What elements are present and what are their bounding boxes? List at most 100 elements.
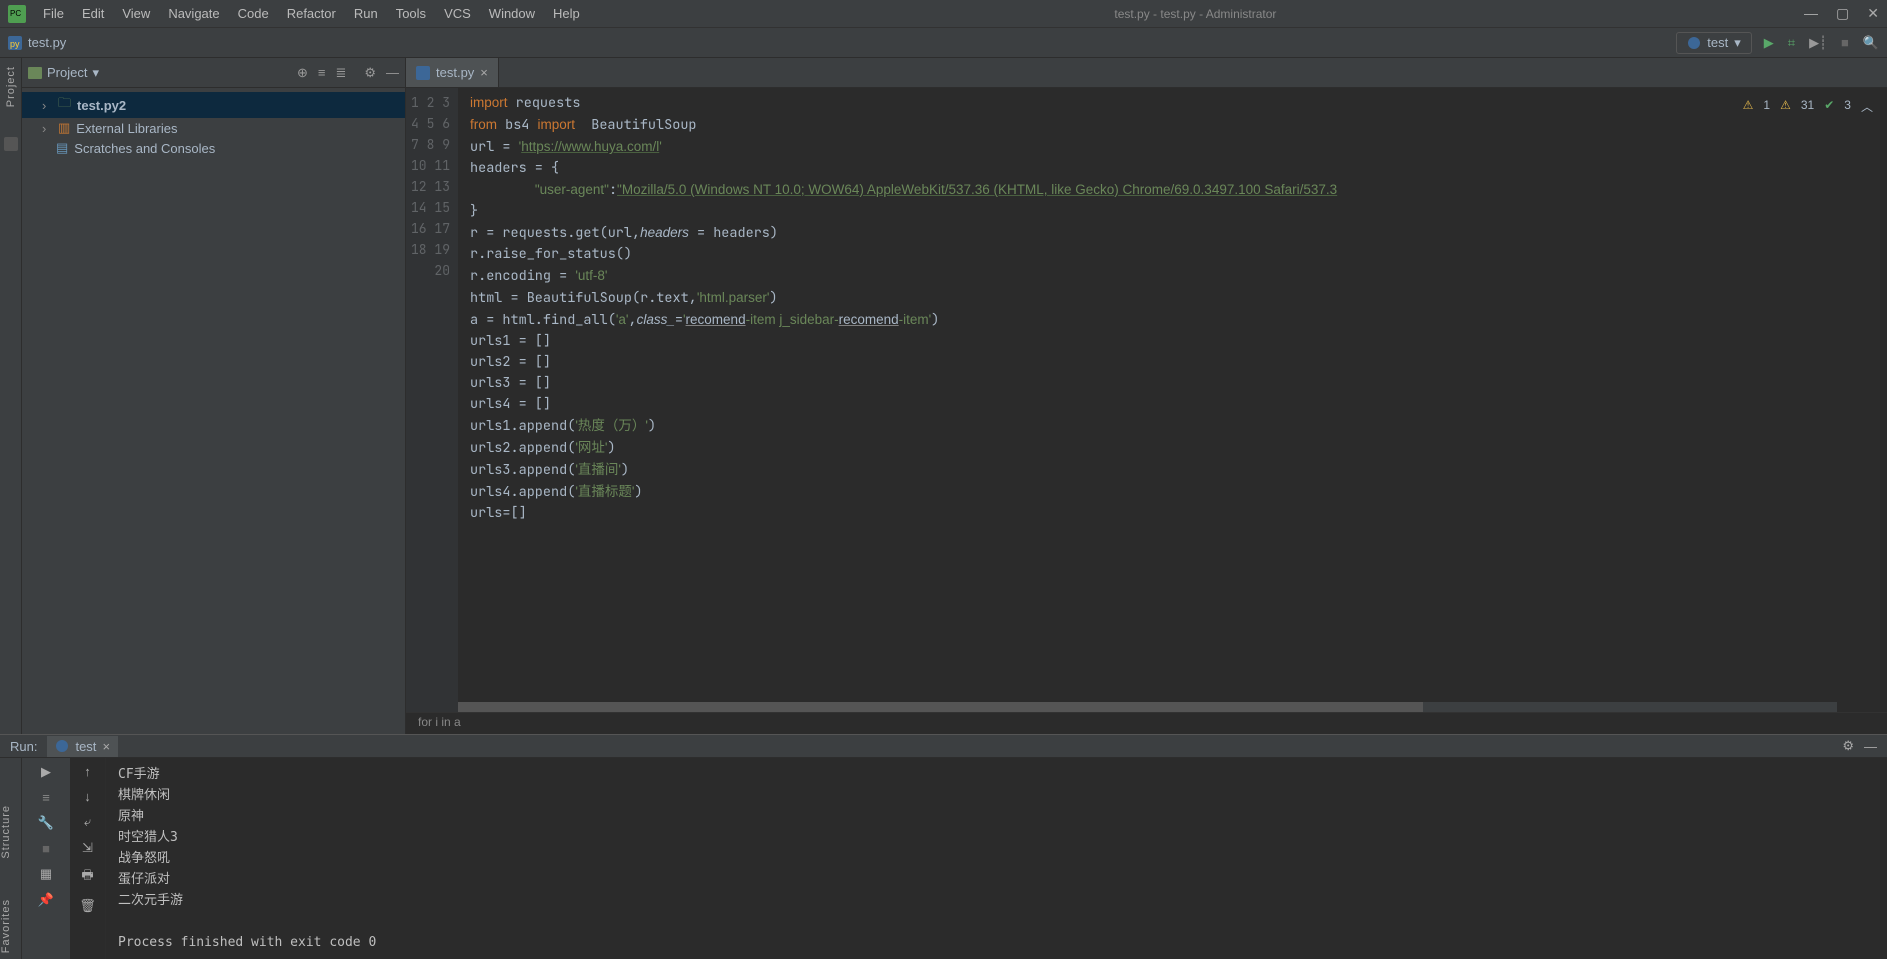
stop-icon[interactable]: ≡ (34, 790, 58, 805)
run-more-icon[interactable]: ▶┊ (1809, 35, 1827, 51)
python-icon (1687, 36, 1701, 50)
gear-icon[interactable]: ⚙ (364, 65, 376, 81)
python-icon (55, 739, 69, 753)
code-content[interactable]: import requests from bs4 import Beautifu… (458, 88, 1887, 734)
menu-run[interactable]: Run (347, 4, 385, 23)
window-controls: — ▢ ✕ (1804, 5, 1879, 22)
run-toolbar-left: ▶ ≡ 🔧 ■ ▦ 📌 (22, 758, 70, 959)
favorites-tool-button[interactable]: Favorites (0, 899, 21, 953)
svg-text:py: py (10, 39, 20, 49)
console-output[interactable]: CF手游 棋牌休闲 原神 时空猎人3 战争怒吼 蛋仔派对 二次元手游 Proce… (106, 758, 1887, 959)
run-config-name: test (1707, 35, 1728, 50)
editor-tab[interactable]: test.py × (406, 58, 499, 87)
project-tool-button[interactable]: Project (5, 66, 17, 107)
project-sidebar: Project ▾ ⊕ ≡ ≣ ⚙ — › 🗀 test.py2 › ▥ Ext… (22, 58, 406, 734)
menu-file[interactable]: File (36, 4, 71, 23)
app-icon (8, 5, 26, 23)
left-bottom-strip: Favorites Structure (0, 758, 22, 959)
trash-icon[interactable]: 🗑 (79, 898, 96, 914)
stop-icon[interactable]: ■ (1841, 35, 1849, 50)
gear-icon[interactable]: ⚙ (1842, 738, 1854, 754)
search-icon[interactable]: 🔍 (1863, 35, 1879, 51)
menu-vcs[interactable]: VCS (437, 4, 478, 23)
run-toolbar-right: ↑ ↓ ⤶ ⇲ 🖶 🗑 (70, 758, 106, 959)
tree-label: Scratches and Consoles (74, 141, 215, 156)
down-icon[interactable]: ↓ (84, 789, 91, 804)
warn-count: 1 (1763, 98, 1770, 115)
folder-icon: 🗀 (58, 94, 71, 116)
editor-area: test.py × 1 2 3 4 5 6 7 8 9 10 11 12 13 … (406, 58, 1887, 734)
main-menu: File Edit View Navigate Code Refactor Ru… (36, 4, 587, 23)
line-gutter: 1 2 3 4 5 6 7 8 9 10 11 12 13 14 15 16 1… (406, 88, 458, 734)
menu-navigate[interactable]: Navigate (161, 4, 226, 23)
close-icon[interactable]: × (102, 739, 110, 754)
python-file-icon (416, 66, 430, 80)
run-panel-tab-label: test (75, 739, 96, 754)
project-view-label: Project (47, 65, 87, 80)
editor-tabs: test.py × (406, 58, 1887, 88)
weak-warning-icon: ⚠ (1780, 98, 1791, 115)
horizontal-scrollbar[interactable] (458, 702, 1837, 712)
run-button-icon[interactable]: ▶ (1764, 35, 1774, 51)
structure-tool-button[interactable]: Structure (0, 805, 21, 859)
weak-count: 31 (1801, 98, 1814, 115)
wrench-icon[interactable]: 🔧 (34, 815, 58, 831)
collapse-icon[interactable]: ≣ (335, 65, 346, 81)
pin-icon[interactable]: 📌 (34, 892, 58, 908)
chevron-up-icon[interactable]: ︿ (1861, 98, 1873, 115)
nav-file-label[interactable]: test.py (28, 35, 66, 50)
run-config-selector[interactable]: test ▾ (1676, 32, 1752, 54)
tree-item-scratches[interactable]: ▤ Scratches and Consoles (22, 138, 405, 158)
debug-button-icon[interactable]: ⌗ (1788, 35, 1795, 51)
minimize-icon[interactable]: — (1804, 5, 1818, 22)
python-file-icon: py (8, 36, 22, 50)
run-panel-label: Run: (10, 739, 37, 754)
tree-item-external-libs[interactable]: › ▥ External Libraries (22, 118, 405, 138)
layout-icon[interactable]: ▦ (34, 866, 58, 882)
editor-tab-label: test.py (436, 65, 474, 80)
inspection-widget[interactable]: ⚠ 1 ⚠ 31 ✔ 3 ︿ (1737, 96, 1879, 117)
print-icon[interactable]: 🖶 (81, 866, 93, 888)
locate-icon[interactable]: ⊕ (297, 65, 308, 81)
library-icon: ▥ (58, 120, 70, 136)
up-icon[interactable]: ↑ (84, 764, 91, 779)
scratch-icon: ▤ (56, 140, 68, 156)
close-tab-icon[interactable]: × (480, 65, 488, 80)
close-icon[interactable]: ✕ (1867, 5, 1879, 22)
expand-icon[interactable]: ≡ (318, 65, 326, 80)
code-editor[interactable]: 1 2 3 4 5 6 7 8 9 10 11 12 13 14 15 16 1… (406, 88, 1887, 734)
dropdown-icon: ▾ (1734, 35, 1741, 51)
hide-icon[interactable]: — (1864, 739, 1877, 754)
scrollbar-thumb[interactable] (458, 702, 1423, 712)
check-icon: ✔ (1824, 98, 1834, 115)
ok-count: 3 (1844, 98, 1851, 115)
hide-icon[interactable]: — (386, 65, 399, 80)
chevron-right-icon: › (42, 98, 52, 113)
menu-tools[interactable]: Tools (389, 4, 433, 23)
stop-square-icon[interactable]: ■ (34, 841, 58, 856)
tree-label: External Libraries (76, 121, 177, 136)
bookmark-icon[interactable] (4, 137, 18, 151)
menu-refactor[interactable]: Refactor (280, 4, 343, 23)
maximize-icon[interactable]: ▢ (1836, 5, 1849, 22)
project-view-selector[interactable]: Project ▾ (28, 65, 99, 81)
chevron-right-icon: › (42, 121, 52, 136)
soft-wrap-icon[interactable]: ⤶ (84, 814, 91, 830)
menu-edit[interactable]: Edit (75, 4, 111, 23)
tree-label: test.py2 (77, 98, 126, 113)
menu-window[interactable]: Window (482, 4, 542, 23)
chevron-down-icon: ▾ (92, 65, 99, 81)
project-tree: › 🗀 test.py2 › ▥ External Libraries ▤ Sc… (22, 88, 405, 162)
left-tool-strip: Project (0, 58, 22, 734)
tree-item-root[interactable]: › 🗀 test.py2 (22, 92, 405, 118)
run-panel-tab[interactable]: test × (47, 736, 118, 757)
menu-help[interactable]: Help (546, 4, 587, 23)
menu-view[interactable]: View (115, 4, 157, 23)
navigation-bar: py test.py test ▾ ▶ ⌗ ▶┊ ■ 🔍 (0, 28, 1887, 58)
window-title: test.py - test.py - Administrator (587, 7, 1804, 21)
scroll-icon[interactable]: ⇲ (82, 840, 93, 856)
warning-icon: ⚠ (1743, 98, 1754, 115)
rerun-icon[interactable]: ▶ (34, 764, 58, 780)
breadcrumb[interactable]: for i in a (406, 712, 1887, 734)
menu-code[interactable]: Code (231, 4, 276, 23)
